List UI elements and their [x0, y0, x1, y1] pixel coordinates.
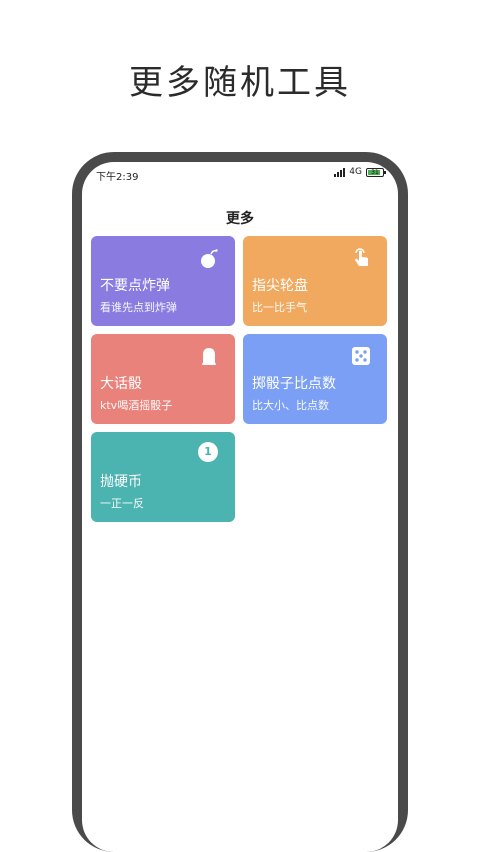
card-title: 指尖轮盘 [252, 278, 308, 294]
phone-screen: 下午2:39 4G 31 更多 不要点炸弹 看谁先点到炸弹 指尖轮盘 比一比手气… [82, 162, 398, 852]
card-subtitle: 比大小、比点数 [252, 399, 329, 412]
card-title: 掷骰子比点数 [252, 376, 336, 392]
status-right: 4G 31 [334, 167, 386, 177]
finger-tap-icon [355, 248, 368, 266]
battery-level: 31 [371, 168, 379, 176]
tool-card-dice-compare[interactable]: 掷骰子比点数 比大小、比点数 [243, 334, 387, 424]
bomb-icon [201, 249, 218, 268]
headline: 更多随机工具 [129, 63, 351, 103]
signal-icon [334, 167, 346, 177]
card-subtitle: 比一比手气 [252, 301, 307, 314]
card-subtitle: ktv喝酒摇骰子 [100, 399, 173, 412]
coin-icon: 1 [198, 442, 218, 462]
tool-card-finger-wheel[interactable]: 指尖轮盘 比一比手气 [243, 236, 387, 326]
card-subtitle: 看谁先点到炸弹 [100, 301, 177, 314]
network-label: 4G [349, 167, 362, 177]
dice-cup-icon [202, 348, 216, 365]
card-title: 大话骰 [100, 376, 142, 392]
tool-card-liars-dice[interactable]: 大话骰 ktv喝酒摇骰子 [91, 334, 235, 424]
card-title: 不要点炸弹 [100, 278, 170, 294]
card-title: 抛硬币 [100, 474, 142, 490]
tool-card-coin-flip[interactable]: 1 抛硬币 一正一反 [91, 432, 235, 522]
status-bar: 下午2:39 4G 31 [82, 162, 398, 188]
battery-icon: 31 [366, 167, 386, 177]
card-subtitle: 一正一反 [100, 497, 144, 510]
phone-frame: 下午2:39 4G 31 更多 不要点炸弹 看谁先点到炸弹 指尖轮盘 比一比手气… [72, 152, 408, 852]
page-title: 更多 [226, 211, 254, 227]
status-time: 下午2:39 [96, 172, 139, 183]
dice-icon [352, 347, 370, 365]
tool-card-bomb[interactable]: 不要点炸弹 看谁先点到炸弹 [91, 236, 235, 326]
